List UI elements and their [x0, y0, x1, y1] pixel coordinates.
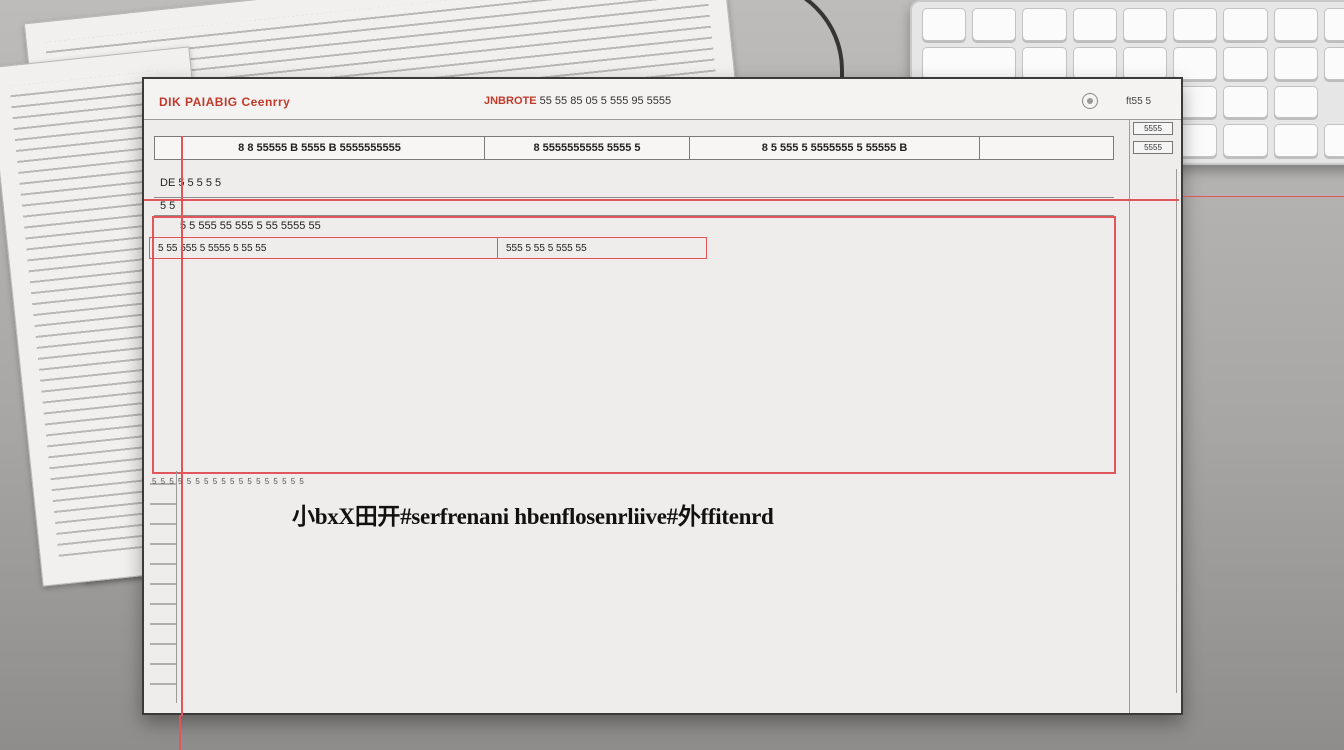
- row-label-2: 5 5: [160, 200, 176, 212]
- side-button-2[interactable]: 5555: [1133, 141, 1173, 154]
- side-button-1[interactable]: 5555: [1133, 122, 1173, 135]
- red-guide-vertical: [181, 136, 183, 716]
- dotted-row: 5 5 5 5 5 5 5 5 5 5 5 5 5 5 5 5 5 5: [152, 477, 305, 486]
- red-guide-horizontal: [144, 199, 1179, 201]
- filter-cell-1: 5 55 555 5 5555 5 55 55: [150, 238, 498, 258]
- grid-line: [154, 197, 1114, 198]
- tab-3[interactable]: 8 5 555 5 5555555 5 55555 B: [690, 137, 980, 159]
- subtitle-rest: 55 55 85 05 5 555 95 5555: [539, 95, 672, 107]
- filter-row[interactable]: 5 55 555 5 5555 5 55 55 555 5 55 5 555 5…: [149, 237, 707, 259]
- tab-1[interactable]: 8 8 55555 B 5555 B 5555555555: [155, 137, 485, 159]
- title-right-button[interactable]: ft55 5: [1126, 96, 1151, 107]
- settings-icon[interactable]: [1082, 93, 1098, 109]
- side-pane: 5555 5555: [1129, 119, 1179, 713]
- title-bar: DIK PAIABIG Ceenrry JNBROTE 55 55 85 05 …: [144, 79, 1181, 120]
- app-window: DIK PAIABIG Ceenrry JNBROTE 55 55 85 05 …: [142, 77, 1183, 716]
- window-subtitle: JNBROTE 55 55 85 05 5 555 95 5555: [484, 95, 671, 107]
- tab-bar: 8 8 55555 B 5555 B 5555555555 8 55555555…: [154, 136, 1114, 160]
- tab-empty[interactable]: [980, 137, 1113, 159]
- tab-2[interactable]: 8 5555555555 5555 5: [485, 137, 690, 159]
- red-guide-extension-bottom: [179, 715, 181, 750]
- main-caption: 小bxX田开#serfrenani hbenflosenrliive#外ffit…: [292, 504, 774, 529]
- red-guide-extension: [1183, 196, 1344, 197]
- filter-cell-2: 555 5 55 5 555 55: [506, 242, 587, 254]
- vertical-scrollbar[interactable]: [1130, 169, 1177, 693]
- subtitle-prefix: JNBROTE: [484, 95, 537, 107]
- row-label-1: DE 5 5 5 5 5: [160, 177, 222, 189]
- app-title: DIK PAIABIG Ceenrry: [159, 95, 291, 109]
- line-number-gutter[interactable]: [150, 471, 177, 703]
